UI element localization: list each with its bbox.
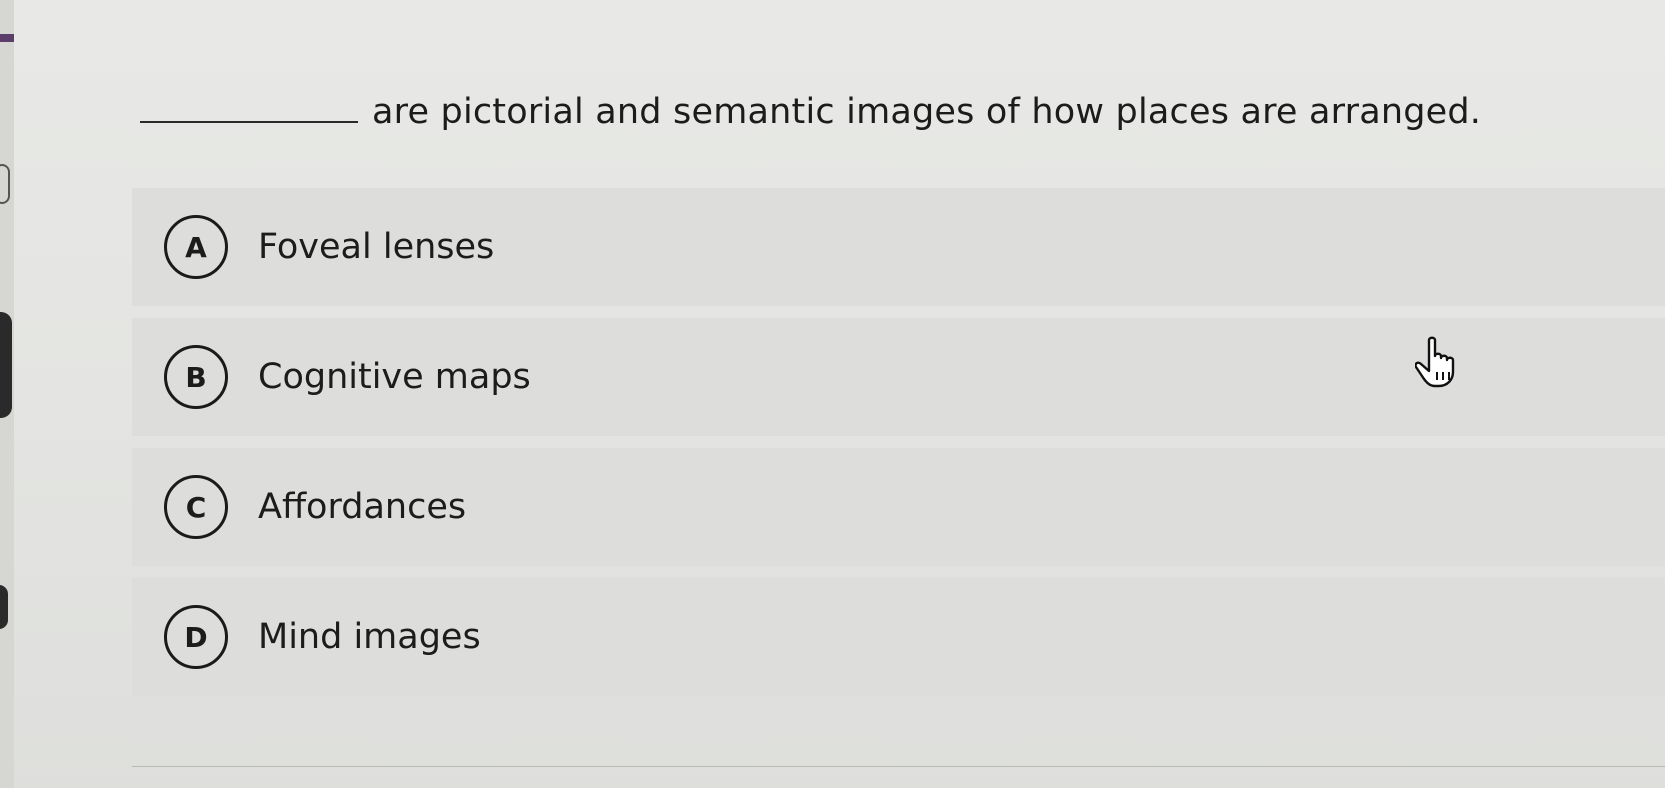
- fill-in-blank: [140, 121, 358, 123]
- option-label: Mind images: [258, 617, 481, 657]
- option-letter-badge: B: [164, 345, 228, 409]
- option-c[interactable]: C Affordances: [132, 448, 1665, 566]
- question-text: are pictorial and semantic images of how…: [372, 92, 1482, 132]
- option-a[interactable]: A Foveal lenses: [132, 188, 1665, 306]
- hand-pointer-icon: [1415, 336, 1455, 388]
- option-letter-badge: C: [164, 475, 228, 539]
- option-letter-badge: A: [164, 215, 228, 279]
- question-prompt: are pictorial and semantic images of how…: [140, 92, 1481, 132]
- edge-accent-bar: [0, 34, 14, 42]
- option-label: Affordances: [258, 487, 467, 527]
- option-d[interactable]: D Mind images: [132, 578, 1665, 696]
- option-label: Foveal lenses: [258, 227, 495, 267]
- edge-handle-lower[interactable]: [0, 585, 8, 629]
- answer-options: A Foveal lenses B Cognitive maps C Affor…: [132, 188, 1665, 708]
- edge-scroll-handle[interactable]: [0, 312, 12, 418]
- bottom-divider: [132, 766, 1665, 767]
- option-label: Cognitive maps: [258, 357, 531, 397]
- option-letter-badge: D: [164, 605, 228, 669]
- edge-notch: [0, 164, 10, 204]
- window-left-edge: [0, 0, 14, 788]
